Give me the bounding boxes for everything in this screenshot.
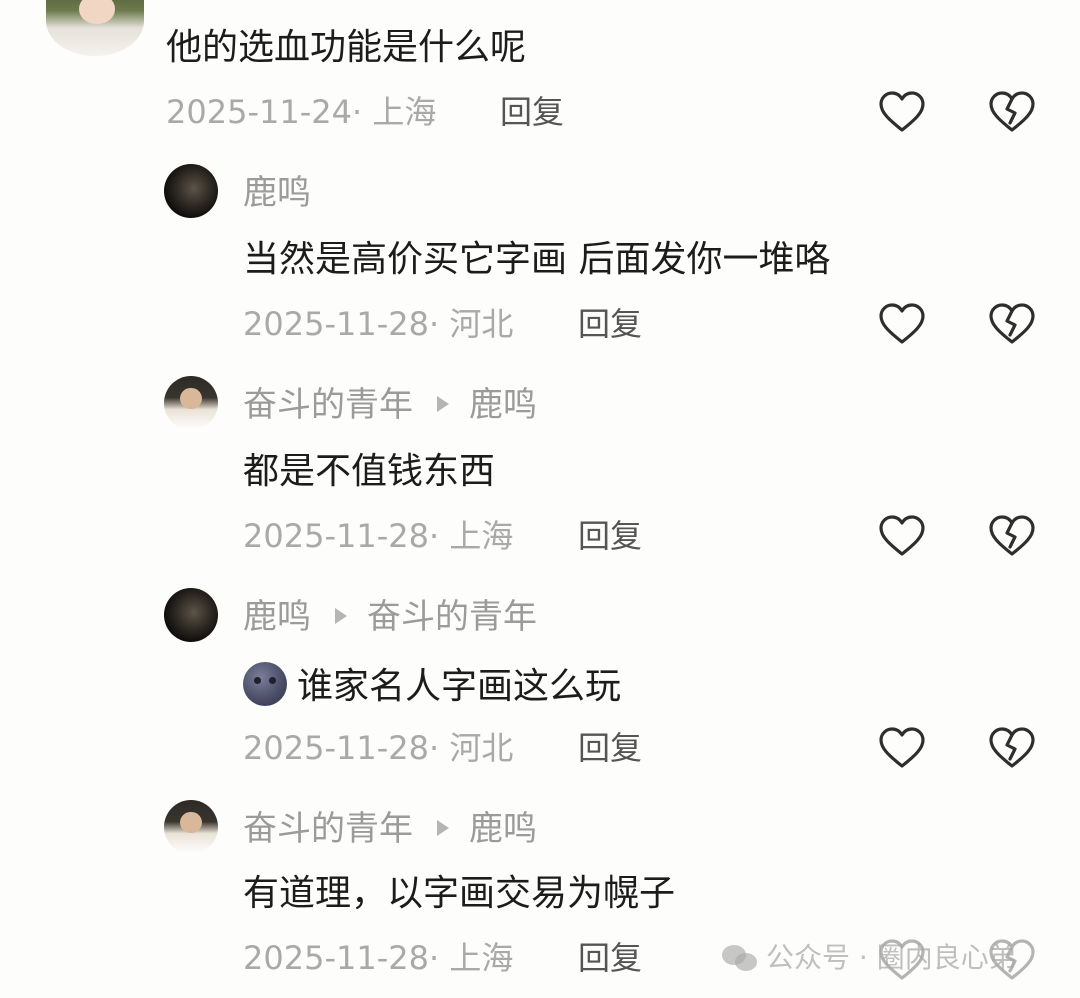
dislike-broken-heart-icon[interactable] — [988, 302, 1036, 346]
like-heart-icon[interactable] — [878, 726, 926, 770]
comment-date: 2025-11-28 — [243, 729, 429, 767]
comment-date: 2025-11-28 — [243, 939, 429, 977]
avatar[interactable] — [164, 376, 218, 430]
reply-arrow-icon — [437, 819, 449, 836]
avatar[interactable] — [164, 800, 218, 854]
comment-username[interactable]: 奋斗的青年 鹿鸣 — [243, 812, 537, 846]
username-text[interactable]: 鹿鸣 — [243, 597, 311, 637]
comment-text: 谁家名人字画这么玩 — [243, 662, 622, 710]
comment-date: 2025-11-28 — [243, 305, 429, 343]
comment-location: 上海 — [372, 93, 437, 131]
meta-separator: · — [428, 517, 450, 555]
reply-button[interactable]: 回复 — [578, 308, 642, 340]
comment-username[interactable]: 鹿鸣 — [243, 176, 311, 210]
reply-to-username[interactable]: 奋斗的青年 — [367, 597, 537, 637]
reply-button[interactable]: 回复 — [578, 520, 642, 552]
reply-arrow-icon — [335, 607, 347, 624]
comment-text: 当然是高价买它字画 后面发你一堆咯 — [243, 239, 831, 280]
reply-button[interactable]: 回复 — [578, 732, 642, 764]
meta-separator: · — [428, 939, 450, 977]
dislike-broken-heart-icon[interactable] — [988, 514, 1036, 558]
reply-arrow-icon — [437, 395, 449, 412]
comment-location: 河北 — [449, 729, 514, 767]
comment-location: 河北 — [449, 305, 514, 343]
comment-text: 都是不值钱东西 — [243, 451, 496, 492]
comment-meta: 2025-11-24· 上海 — [166, 96, 436, 128]
like-heart-icon[interactable] — [878, 514, 926, 558]
comment-meta: 2025-11-28· 河北 — [243, 308, 513, 340]
username-text[interactable]: 奋斗的青年 — [243, 385, 413, 425]
wechat-icon — [722, 945, 758, 973]
reply-to-username[interactable]: 鹿鸣 — [469, 809, 537, 849]
reply-button[interactable]: 回复 — [578, 942, 642, 974]
comment-meta: 2025-11-28· 河北 — [243, 732, 513, 764]
comment-meta: 2025-11-28· 上海 — [243, 520, 513, 552]
avatar[interactable] — [46, 0, 144, 56]
comment-meta: 2025-11-28· 上海 — [243, 942, 513, 974]
dislike-broken-heart-icon[interactable] — [988, 90, 1036, 134]
comment-date: 2025-11-28 — [243, 517, 429, 555]
comment-username[interactable]: 鹿鸣 奋斗的青年 — [243, 600, 537, 634]
comment-username[interactable]: 奋斗的青年 鹿鸣 — [243, 388, 537, 422]
username-text[interactable]: 奋斗的青年 — [243, 809, 413, 849]
dislike-broken-heart-icon[interactable] — [988, 726, 1036, 770]
reply-to-username[interactable]: 鹿鸣 — [469, 385, 537, 425]
comment-location: 上海 — [449, 939, 514, 977]
username-text[interactable]: 鹿鸣 — [243, 173, 311, 213]
comment-date: 2025-11-24 — [166, 93, 352, 131]
meta-separator: · — [428, 305, 450, 343]
like-heart-icon[interactable] — [878, 90, 926, 134]
new-moon-face-icon — [243, 662, 287, 706]
comment-text-body: 谁家名人字画这么玩 — [297, 666, 622, 707]
comment-location: 上海 — [449, 517, 514, 555]
meta-separator: · — [351, 93, 373, 131]
watermark-text: 公众号 · 圈内良心弟 — [766, 941, 1017, 974]
avatar[interactable] — [164, 164, 218, 218]
avatar[interactable] — [164, 588, 218, 642]
comment-text: 他的选血功能是什么呢 — [166, 27, 527, 68]
meta-separator: · — [428, 729, 450, 767]
comment-text: 有道理，以字画交易为幌子 — [243, 873, 676, 914]
reply-button[interactable]: 回复 — [500, 96, 564, 128]
watermark: 公众号 · 圈内良心弟 — [722, 936, 1017, 976]
like-heart-icon[interactable] — [878, 302, 926, 346]
